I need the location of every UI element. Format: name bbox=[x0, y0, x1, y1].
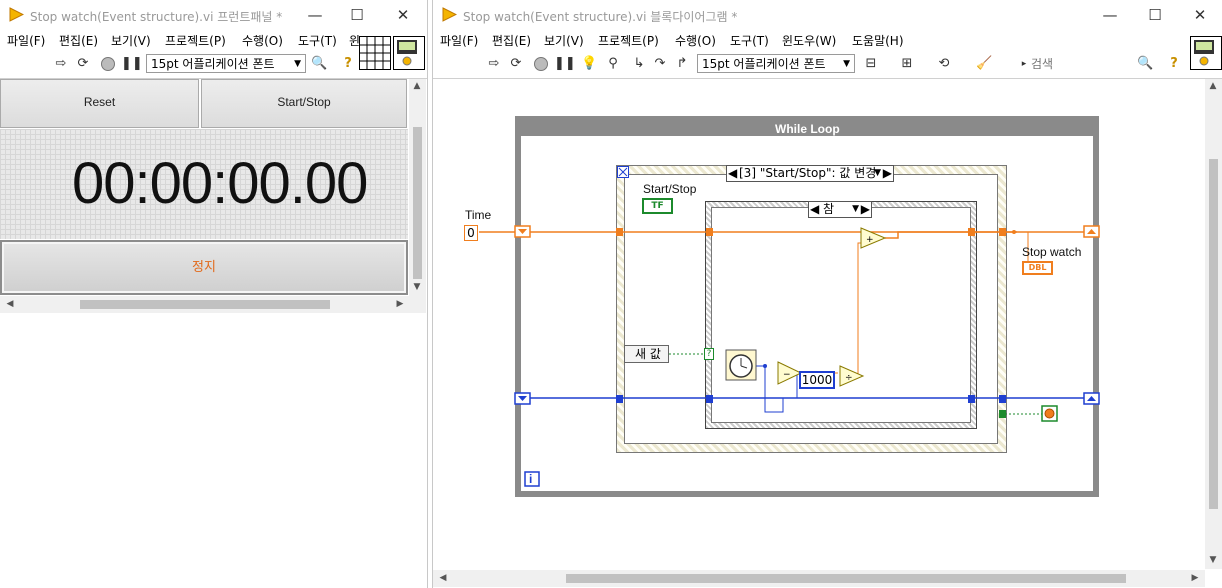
connector-pane-icon[interactable] bbox=[359, 36, 391, 70]
stop-watch-display: 00:00:00.00 bbox=[72, 151, 368, 216]
sum-output-wire bbox=[885, 231, 1017, 239]
add-function[interactable]: + bbox=[860, 227, 887, 249]
divide-to-add-wire bbox=[857, 242, 863, 377]
menu-tools[interactable]: 도구(T) bbox=[298, 32, 337, 49]
scroll-down-icon[interactable]: ▼ bbox=[409, 282, 425, 292]
front-panel-vscroll[interactable]: ▲ ▼ bbox=[409, 79, 426, 296]
scroll-thumb-h[interactable] bbox=[80, 300, 330, 309]
start-stop-button-label: Start/Stop bbox=[277, 95, 331, 109]
scroll-right-icon[interactable]: ▶ bbox=[1187, 573, 1203, 583]
abort-icon[interactable] bbox=[100, 56, 116, 72]
stop-button[interactable]: 정지 bbox=[0, 240, 408, 295]
block-diagram-window: Stop watch(Event structure).vi 블록다이어그램 *… bbox=[432, 0, 1222, 588]
menu-view[interactable]: 보기(V) bbox=[111, 32, 151, 49]
front-panel-window: Stop watch(Event structure).vi 프런트패널 * —… bbox=[0, 0, 428, 588]
divide-function[interactable]: ÷ bbox=[839, 365, 865, 387]
start-stop-button[interactable]: Start/Stop bbox=[201, 79, 407, 128]
scroll-right-icon[interactable]: ▶ bbox=[392, 299, 408, 309]
tunnel bbox=[616, 395, 623, 403]
menu-project[interactable]: 프로젝트(P) bbox=[165, 32, 226, 49]
pause-icon[interactable]: ❚❚ bbox=[121, 56, 143, 72]
scroll-left-icon[interactable]: ◀ bbox=[2, 299, 18, 309]
time-constant-value: 0 bbox=[467, 226, 475, 240]
tunnel bbox=[999, 395, 1006, 403]
font-select-value: 15pt 어플리케이션 폰트 bbox=[151, 57, 275, 71]
right-shift-register-orange[interactable] bbox=[1083, 225, 1100, 238]
new-value-label: 새 값 bbox=[635, 347, 661, 361]
time-constant[interactable]: 0 bbox=[464, 225, 478, 241]
tunnel bbox=[706, 395, 713, 403]
tunnel bbox=[968, 395, 975, 403]
tunnel bbox=[968, 228, 975, 236]
tf-label: TF bbox=[651, 201, 664, 211]
front-panel-titlebar: Stop watch(Event structure).vi 프런트패널 * —… bbox=[0, 0, 427, 30]
time-label: Time bbox=[465, 208, 492, 222]
left-shift-register-orange[interactable] bbox=[514, 225, 531, 238]
scroll-up-icon[interactable]: ▲ bbox=[409, 81, 425, 91]
constant-1000-value: 1000 bbox=[801, 373, 833, 387]
close-icon[interactable]: ✕ bbox=[393, 5, 413, 25]
start-stop-label: Start/Stop bbox=[643, 182, 697, 196]
run-arrow-icon[interactable]: ⇨ bbox=[53, 56, 69, 72]
stop-button-label: 정지 bbox=[192, 260, 216, 275]
chevron-down-icon: ▼ bbox=[294, 59, 301, 69]
svg-text:÷: ÷ bbox=[845, 373, 853, 383]
scroll-left-icon[interactable]: ◀ bbox=[435, 573, 451, 583]
stop-watch-indicator[interactable]: DBL bbox=[1022, 261, 1053, 275]
help-icon[interactable]: ? bbox=[340, 56, 356, 72]
svg-text:+: + bbox=[866, 235, 874, 245]
stop-terminal[interactable] bbox=[1041, 405, 1058, 422]
tunnel bbox=[616, 228, 623, 236]
minimize-icon[interactable]: — bbox=[305, 5, 325, 25]
tick-count-function[interactable] bbox=[725, 349, 757, 381]
wiring-layer: + − ÷ bbox=[479, 225, 1100, 487]
question-node-icon: ? bbox=[704, 348, 714, 360]
menu-file[interactable]: 파일(F) bbox=[7, 32, 45, 49]
subtract-function[interactable]: − bbox=[777, 361, 803, 385]
window-title: Stop watch(Event structure).vi 프런트패널 * bbox=[30, 10, 283, 24]
reset-button[interactable]: Reset bbox=[0, 79, 199, 128]
svg-text:−: − bbox=[783, 370, 791, 380]
stop-watch-label: Stop watch bbox=[1022, 245, 1082, 259]
tunnel bbox=[706, 228, 713, 236]
scroll-up-icon[interactable]: ▲ bbox=[1205, 81, 1221, 91]
dbl-label: DBL bbox=[1028, 263, 1047, 272]
start-stop-terminal[interactable]: TF bbox=[642, 198, 673, 214]
tunnel bbox=[999, 410, 1006, 418]
block-diagram-vscroll[interactable]: ▲ ▼ bbox=[1205, 79, 1222, 569]
menu-operate[interactable]: 수행(O) bbox=[242, 32, 283, 49]
scroll-thumb[interactable] bbox=[413, 127, 422, 279]
maximize-icon[interactable]: ☐ bbox=[347, 5, 367, 25]
scroll-down-icon[interactable]: ▼ bbox=[1205, 555, 1221, 565]
constant-1000[interactable]: 1000 bbox=[799, 371, 835, 389]
font-select[interactable]: 15pt 어플리케이션 폰트 ▼ bbox=[146, 54, 306, 73]
left-shift-register-blue[interactable] bbox=[514, 392, 531, 405]
info-label: i bbox=[529, 472, 533, 486]
new-value-node[interactable]: 새 값 bbox=[624, 345, 669, 363]
reset-button-label: Reset bbox=[83, 95, 116, 109]
vi-icon[interactable] bbox=[393, 36, 425, 70]
scroll-thumb-h[interactable] bbox=[566, 574, 1126, 583]
scroll-thumb[interactable] bbox=[1209, 159, 1218, 509]
tunnel bbox=[999, 228, 1006, 236]
search-icon[interactable]: 🔍 bbox=[311, 56, 327, 72]
run-continuous-icon[interactable]: ⟳ bbox=[75, 56, 91, 72]
labview-app-icon bbox=[9, 7, 24, 22]
front-panel-hscroll[interactable]: ◀ ▶ bbox=[0, 296, 426, 313]
block-diagram-hscroll[interactable]: ◀ ▶ bbox=[433, 570, 1205, 587]
right-shift-register-blue[interactable] bbox=[1083, 392, 1100, 405]
menu-edit[interactable]: 편집(E) bbox=[59, 32, 98, 49]
